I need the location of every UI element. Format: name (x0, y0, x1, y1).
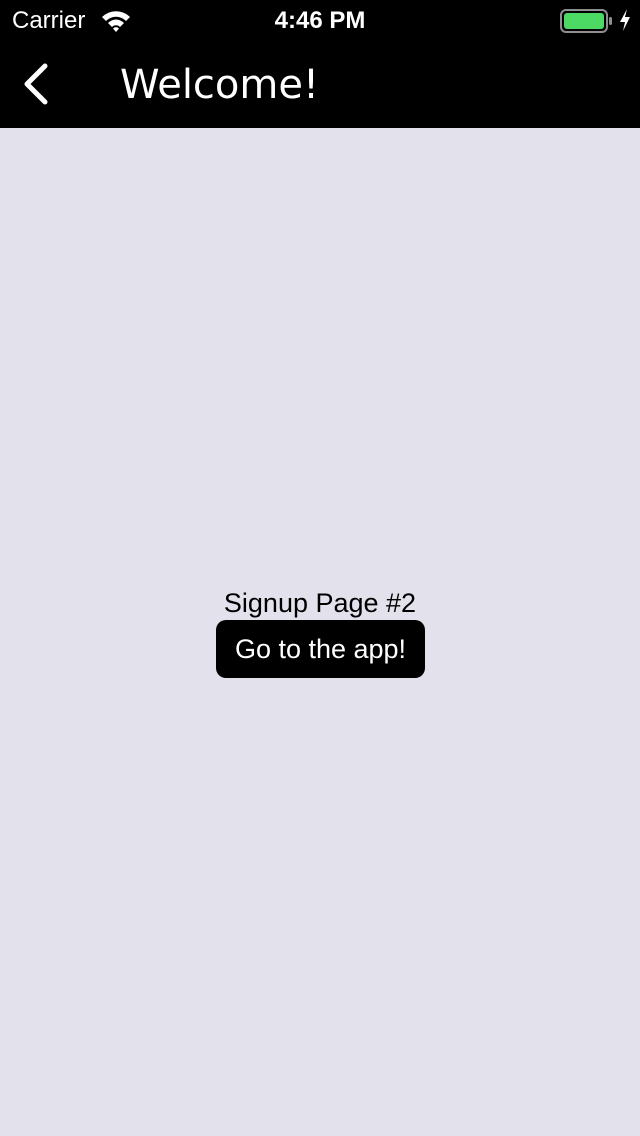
battery-icon (560, 9, 612, 33)
chevron-left-icon (24, 63, 48, 105)
back-button[interactable] (12, 58, 60, 110)
status-time: 4:46 PM (274, 7, 366, 34)
charging-bolt-icon (620, 9, 630, 31)
page-title: Welcome! (120, 62, 320, 108)
navigation-bar: Welcome! (0, 40, 640, 128)
page-label: Signup Page #2 (223, 588, 417, 618)
go-to-app-button[interactable]: Go to the app! (216, 620, 425, 678)
main-content: Signup Page #2 Go to the app! (0, 128, 640, 1136)
status-bar: Carrier 4:46 PM (0, 0, 640, 40)
battery-level-fill (564, 13, 604, 29)
